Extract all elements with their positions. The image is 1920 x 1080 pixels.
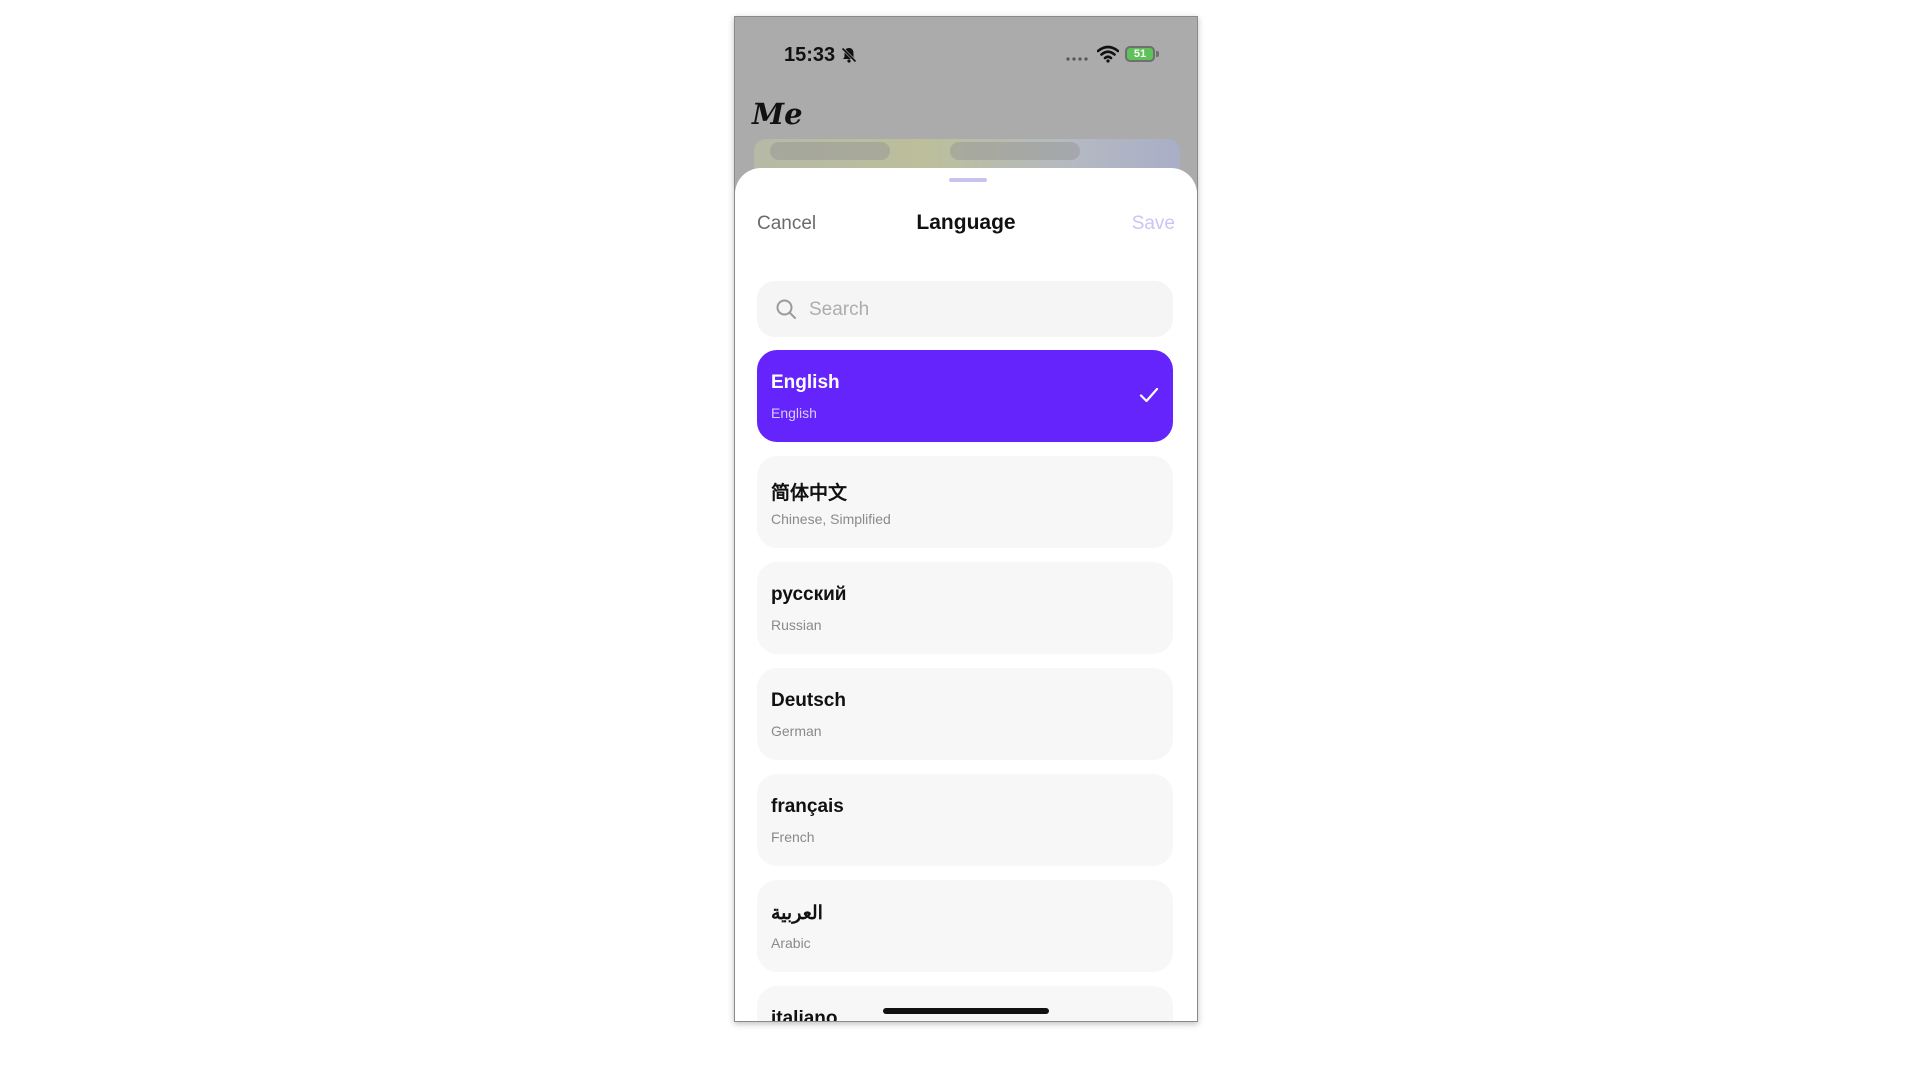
language-english-name: Russian (771, 617, 822, 633)
background-pill (950, 142, 1080, 160)
search-icon (776, 299, 796, 319)
search-bar[interactable] (757, 281, 1173, 337)
language-english-name: Arabic (771, 935, 811, 951)
language-name: 简体中文 (771, 483, 848, 504)
language-english-name: Chinese, Simplified (771, 511, 891, 527)
background-pill (770, 142, 890, 160)
wifi-icon (1097, 45, 1119, 63)
signal-icon (1066, 57, 1088, 61)
bell-slash-icon (841, 47, 857, 63)
status-bar: 15:33 51 (735, 17, 1197, 67)
sheet-grabber[interactable] (949, 178, 987, 182)
language-name: italiano (771, 1008, 838, 1022)
language-english-name: English (771, 405, 817, 421)
checkmark-icon (1139, 387, 1159, 403)
language-sheet: Cancel Language Save English English 简体中… (735, 168, 1197, 1022)
battery-tip (1156, 51, 1159, 57)
language-item-english[interactable]: English English (757, 350, 1173, 442)
language-name: العربية (771, 903, 823, 924)
language-list: English English 简体中文 Chinese, Simplified… (757, 350, 1173, 1022)
language-name: français (771, 796, 844, 817)
home-indicator[interactable] (883, 1008, 1049, 1014)
status-time: 15:33 (784, 44, 836, 66)
background-page-title: Me (752, 97, 803, 131)
language-item-french[interactable]: français French (757, 774, 1173, 866)
language-item-german[interactable]: Deutsch German (757, 668, 1173, 760)
language-name: Deutsch (771, 690, 846, 711)
language-item-chinese-simplified[interactable]: 简体中文 Chinese, Simplified (757, 456, 1173, 548)
language-item-arabic[interactable]: العربية Arabic (757, 880, 1173, 972)
language-item-russian[interactable]: русский Russian (757, 562, 1173, 654)
language-name: русский (771, 584, 847, 605)
language-english-name: German (771, 723, 822, 739)
sheet-title: Language (916, 211, 1016, 234)
phone-screen: 15:33 51 Me Cancel Language Save Search … (734, 16, 1198, 1022)
language-name: English (771, 372, 840, 393)
search-input[interactable] (807, 295, 1161, 325)
battery-level: 51 (1133, 48, 1147, 60)
save-button[interactable]: Save (1132, 213, 1175, 235)
language-item-italian[interactable]: italiano (757, 986, 1173, 1022)
language-english-name: French (771, 829, 815, 845)
